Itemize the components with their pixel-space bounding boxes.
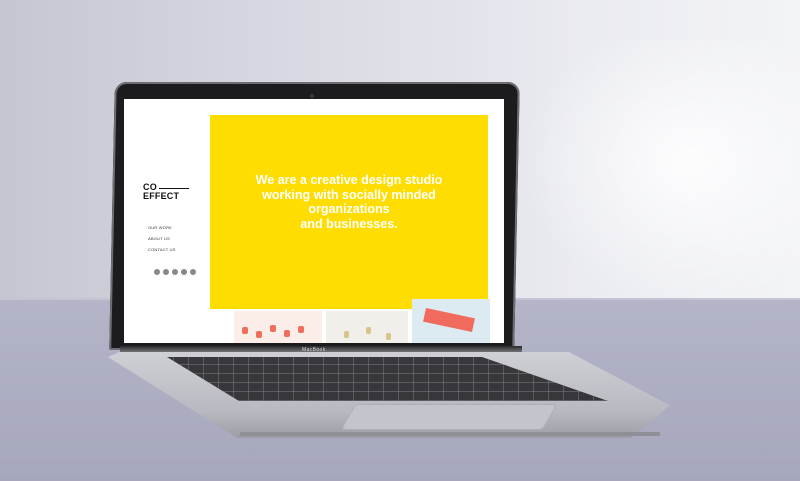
thumbnail-graphic — [270, 325, 276, 332]
logo-rule — [159, 188, 189, 189]
pinterest-icon[interactable] — [181, 269, 187, 275]
laptop-front-edge — [239, 432, 661, 436]
thumbnail-graphic — [256, 331, 262, 338]
camera-icon — [310, 94, 314, 98]
hero-headline: We are a creative design studio working … — [210, 173, 488, 231]
portfolio-thumbnail[interactable] — [412, 299, 490, 343]
laptop-screen: CO EFFECT OUR WORK ABOUT US CONTACT US W… — [124, 99, 504, 343]
hero-line: and businesses. — [300, 216, 398, 231]
nav-our-work[interactable]: OUR WORK — [148, 225, 176, 230]
hero-line: working with socially minded — [262, 187, 436, 202]
hero-line: We are a creative design studio — [255, 173, 443, 187]
hero-line: organizations — [308, 202, 390, 216]
portfolio-thumbnail[interactable] — [326, 311, 408, 343]
portfolio-thumbnail[interactable] — [234, 311, 322, 343]
thumbnail-graphic — [242, 327, 248, 334]
lightbulb-icon — [386, 333, 391, 340]
nav-about-us[interactable]: ABOUT US — [148, 236, 176, 241]
site-logo[interactable]: CO EFFECT — [143, 183, 179, 201]
laptop-trackpad — [340, 404, 558, 430]
hero-banner: We are a creative design studio working … — [210, 115, 488, 309]
twitter-icon[interactable] — [163, 269, 169, 275]
nav-contact-us[interactable]: CONTACT US — [148, 247, 176, 252]
website-sidebar: CO EFFECT OUR WORK ABOUT US CONTACT US — [124, 99, 208, 343]
logo-line-2: EFFECT — [143, 191, 180, 201]
light-reflection — [520, 40, 800, 310]
thumbnail-graphic — [284, 330, 290, 337]
linkedin-icon[interactable] — [190, 269, 196, 275]
lightbulb-icon — [344, 331, 349, 338]
thumbnail-graphic — [298, 326, 304, 333]
instagram-icon[interactable] — [172, 269, 178, 275]
lightbulb-icon — [366, 327, 371, 334]
site-nav: OUR WORK ABOUT US CONTACT US — [148, 225, 176, 258]
thumbnail-graphic — [423, 307, 475, 333]
facebook-icon[interactable] — [154, 269, 160, 275]
social-links — [154, 269, 196, 275]
